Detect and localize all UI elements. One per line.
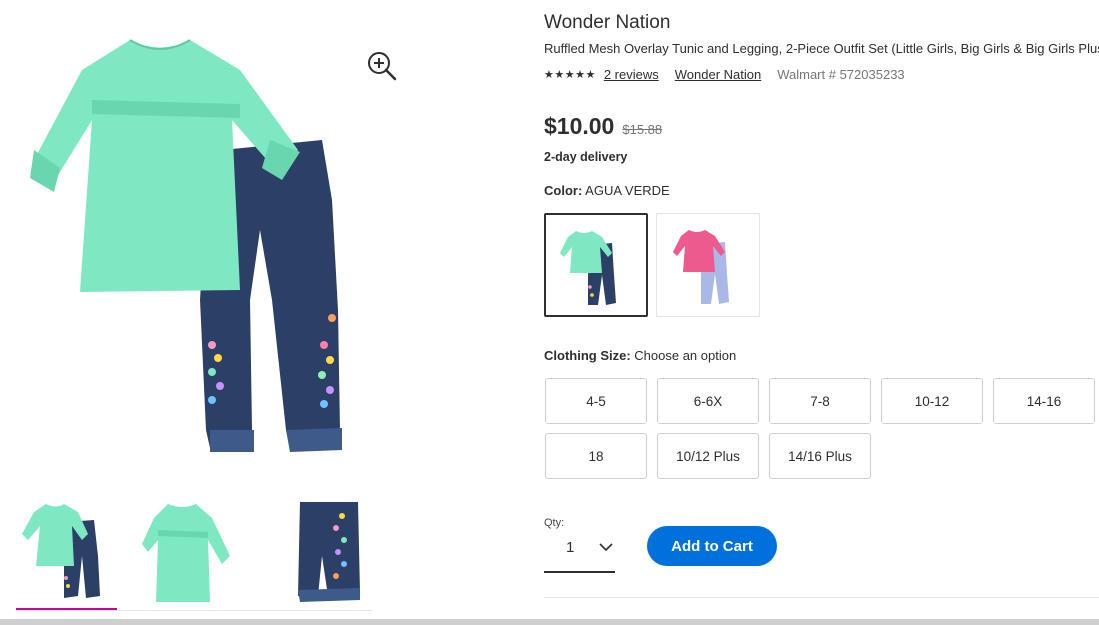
color-label-title: Color: [544, 183, 583, 198]
thumbnail-leggings-image [298, 502, 360, 602]
chevron-down-icon [599, 543, 613, 552]
product-title: Ruffled Mesh Overlay Tunic and Legging, … [544, 41, 1099, 56]
color-label-value: AGUA VERDE [582, 183, 670, 198]
thumbnail-strip [16, 496, 372, 612]
add-to-cart-button[interactable]: Add to Cart [647, 526, 777, 566]
thumbnail-divider [16, 610, 372, 611]
outfit-illustration [30, 39, 342, 452]
sku-number: Walmart # 572035233 [777, 66, 905, 82]
size-label-title: Clothing Size: [544, 348, 631, 363]
quantity-value: 1 [566, 539, 575, 556]
zoom-button[interactable] [364, 48, 400, 84]
size-option-14-16-plus[interactable]: 14/16 Plus [769, 433, 871, 479]
swatch-pink-image [673, 230, 729, 304]
size-option-10-12[interactable]: 10-12 [881, 378, 983, 424]
star-rating: ★★★★★ [544, 68, 596, 81]
quantity-label: Qty: [544, 517, 565, 529]
price-row: $10.00 $15.88 [544, 113, 662, 140]
was-price: $15.88 [622, 122, 663, 137]
main-product-image[interactable] [0, 0, 420, 480]
horizontal-scrollbar[interactable] [0, 619, 1099, 625]
delivery-info: 2-day delivery [544, 150, 628, 164]
color-swatch-agua-verde[interactable] [544, 213, 648, 317]
swatch-aqua-image [560, 231, 616, 305]
quantity-select[interactable]: 1 [544, 533, 615, 573]
size-option-10-12-plus[interactable]: 10/12 Plus [657, 433, 759, 479]
product-meta-row: ★★★★★ 2 reviews Wonder Nation Walmart # … [544, 66, 905, 82]
size-option-7-8[interactable]: 7-8 [769, 378, 871, 424]
size-option-18[interactable]: 18 [545, 433, 647, 479]
thumbnail-2[interactable] [136, 496, 236, 608]
size-option-14-16[interactable]: 14-16 [993, 378, 1095, 424]
section-divider [544, 597, 1099, 598]
thumbnail-1[interactable] [16, 496, 116, 608]
color-label: Color: AGUA VERDE [544, 183, 670, 198]
brand-name: Wonder Nation [544, 12, 671, 33]
size-option-4-5[interactable]: 4-5 [545, 378, 647, 424]
color-swatch-pink[interactable] [656, 213, 760, 317]
size-option-6-6x[interactable]: 6-6X [657, 378, 759, 424]
zoom-in-icon [368, 52, 397, 81]
current-price: $10.00 [544, 113, 615, 139]
thumbnail-3[interactable] [272, 496, 372, 608]
thumbnail-tunic-image [142, 504, 230, 602]
brand-link[interactable]: Wonder Nation [675, 67, 761, 82]
thumbnail-outfit-image [22, 504, 100, 598]
size-label-value: Choose an option [630, 348, 737, 363]
size-label: Clothing Size: Choose an option [544, 348, 736, 363]
reviews-link[interactable]: 2 reviews [604, 67, 659, 82]
